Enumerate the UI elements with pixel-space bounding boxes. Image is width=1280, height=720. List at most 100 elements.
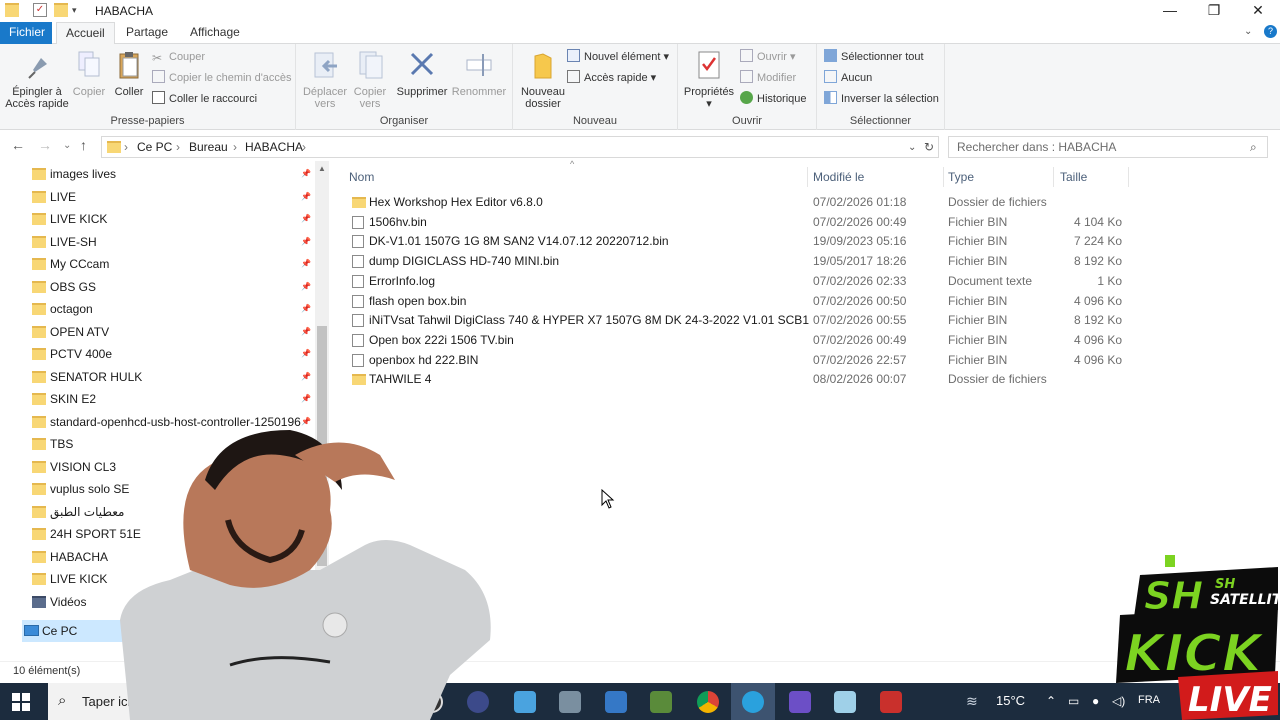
svg-text:SATELLITE: SATELLITE [1210, 592, 1280, 608]
column-header-type[interactable]: Type [939, 167, 1054, 187]
sh-satellite-kick-live-logo: SH SH SATELLITE KICK LIVE [1116, 555, 1280, 720]
collapse-ribbon-icon[interactable]: ⌄ [1244, 26, 1252, 37]
refresh-icon[interactable]: ↻ [924, 140, 934, 154]
breadcrumb-ce-pc[interactable]: Ce PC [137, 140, 172, 154]
file-icon [352, 294, 364, 308]
nav-item-label: LIVE-SH [50, 234, 97, 249]
file-size: 7 224 Ko [1073, 234, 1122, 249]
windows-start-icon[interactable] [12, 693, 30, 711]
nav-item-label: VISION CL3 [50, 459, 117, 474]
notepad-app-icon[interactable] [834, 691, 856, 713]
file-row[interactable]: Open box 222i 1506 TV.bin 07/02/2026 00:4… [340, 330, 1140, 350]
folder-icon [352, 197, 366, 208]
easy-access-button[interactable]: Accès rapide ▾ [567, 69, 656, 87]
paste-shortcut-button[interactable]: Coller le raccourci [152, 90, 257, 108]
microphone-icon[interactable]: ● [1092, 694, 1099, 708]
new-folder-button[interactable]: Nouveau dossier [517, 50, 569, 110]
nav-item-label: PCTV 400e [50, 347, 113, 361]
new-item-button[interactable]: Nouvel élément ▾ [567, 48, 669, 66]
file-name: openbox hd 222.BIN [369, 352, 479, 367]
chrome-app-icon[interactable] [697, 691, 719, 713]
file-row[interactable]: ErrorInfo.log 07/02/2026 02:33 Document te… [340, 271, 1140, 291]
file-name: Hex Workshop Hex Editor v6.8.0 [369, 195, 543, 209]
new-folder-icon [529, 50, 557, 80]
file-size: 4 096 Ko [1073, 352, 1122, 367]
temperature[interactable]: 15°C [996, 693, 1025, 708]
invert-selection-button[interactable]: Inverser la sélection [824, 90, 939, 108]
file-type: Fichier BIN [948, 234, 1008, 249]
paste-shortcut-icon [152, 91, 165, 104]
app-icon[interactable] [789, 691, 811, 713]
move-to-button[interactable]: Déplacer vers [300, 50, 350, 110]
telegram-app-icon[interactable] [742, 691, 764, 713]
scroll-up-icon[interactable]: ▲ [318, 164, 326, 173]
forward-arrow-icon[interactable]: → [38, 137, 52, 153]
close-button[interactable]: ✕ [1236, 0, 1280, 22]
file-row[interactable]: 1506hv.bin 07/02/2026 00:49 Fichier BIN 4 1… [340, 212, 1140, 232]
tool-app-icon[interactable] [559, 691, 581, 713]
file-row[interactable]: TAHWILE 4 08/02/2026 00:07 Dossier de fich… [340, 369, 1140, 389]
mouse-cursor-icon [601, 489, 615, 509]
minimize-button[interactable]: — [1148, 0, 1192, 22]
recent-locations-icon[interactable]: ⌄ [63, 140, 71, 151]
file-row[interactable]: flash open box.bin 07/02/2026 00:50 Fichie… [340, 291, 1140, 311]
open-icon [740, 49, 753, 62]
nav-item-label: TBS [50, 437, 74, 451]
paste-icon [115, 50, 143, 80]
customize-quick-access-icon[interactable]: ▾ [72, 3, 86, 17]
open-button[interactable]: Ouvrir ▾ [740, 48, 796, 66]
network-icon[interactable]: ▭ [1068, 694, 1079, 708]
properties-quick-icon[interactable]: ✓ [33, 3, 47, 17]
back-arrow-icon[interactable]: ← [11, 137, 25, 153]
select-all-button[interactable]: Sélectionner tout [824, 48, 924, 66]
breadcrumb-habacha[interactable]: HABACHA [245, 140, 303, 154]
pin-quick-access-button[interactable]: Épingler à Accès rapide [4, 50, 70, 110]
select-none-button[interactable]: Aucun [824, 69, 872, 87]
new-folder-quick-icon[interactable] [54, 3, 68, 17]
copy-button[interactable]: Copier [70, 50, 108, 98]
network-app-icon[interactable] [514, 691, 536, 713]
folder-icon [32, 235, 46, 248]
computer-icon [24, 625, 39, 636]
file-row[interactable]: iNiTVsat Tahwil DigiClass 740 & HYPER X7… [340, 310, 1140, 330]
folder-icon [32, 505, 46, 518]
calculator-app-icon[interactable] [605, 691, 627, 713]
file-row[interactable]: dump DIGICLASS HD-740 MINI.bin 19/05/2017… [340, 251, 1140, 271]
up-arrow-icon[interactable]: ↑ [80, 137, 87, 153]
address-dropdown-icon[interactable]: ⌄ [908, 142, 916, 153]
app-icon[interactable] [880, 691, 902, 713]
file-row[interactable]: Hex Workshop Hex Editor v6.8.0 07/02/2026… [340, 192, 1140, 212]
rename-button[interactable]: Renommer [450, 50, 508, 98]
tab-accueil[interactable]: Accueil [56, 22, 115, 45]
utility-app-icon[interactable] [650, 691, 672, 713]
delete-button[interactable]: Supprimer [394, 50, 450, 98]
file-modified: 07/02/2026 02:33 [813, 273, 907, 288]
help-icon[interactable]: ? [1264, 25, 1277, 38]
address-bar[interactable]: › Ce PC › Bureau › HABACHA › ⌄ ↻ [101, 136, 939, 158]
pin-icon: 📌 [301, 371, 311, 381]
file-row[interactable]: DK-V1.01 1507G 1G 8M SAN2 V14.07.12 2022… [340, 231, 1140, 251]
chevron-up-icon[interactable]: ⌃ [1046, 694, 1056, 708]
copy-path-button[interactable]: Copier le chemin d'accès [152, 69, 292, 87]
column-header-name[interactable]: Nom [340, 167, 808, 187]
paste-button[interactable]: Coller [110, 50, 148, 98]
copy-to-button[interactable]: Copier vers [348, 50, 392, 110]
file-name: TAHWILE 4 [369, 372, 432, 387]
breadcrumb-bureau[interactable]: Bureau [189, 140, 228, 154]
file-row[interactable]: openbox hd 222.BIN 07/02/2026 22:57 Fichie… [340, 350, 1140, 370]
history-button[interactable]: Historique [740, 90, 807, 108]
tab-partage[interactable]: Partage [117, 22, 177, 44]
edit-button[interactable]: Modifier [740, 69, 796, 87]
folder-icon [32, 213, 46, 225]
file-name: DK-V1.01 1507G 1G 8M SAN2 V14.07.12 2022… [369, 234, 669, 249]
file-type: Document texte [948, 273, 1033, 288]
tab-fichier[interactable]: Fichier [0, 22, 52, 44]
search-icon: ⌕ [58, 692, 67, 709]
column-header-modified[interactable]: Modifié le [804, 167, 944, 187]
properties-button[interactable]: Propriétés ▾ [682, 50, 736, 110]
search-input[interactable]: Rechercher dans : HABACHA ⌕ [948, 136, 1268, 158]
cut-button[interactable]: ✂ Couper [152, 48, 205, 66]
tab-affichage[interactable]: Affichage [181, 22, 249, 44]
maximize-button[interactable]: ❐ [1192, 0, 1236, 22]
column-header-size[interactable]: Taille [1051, 167, 1129, 187]
